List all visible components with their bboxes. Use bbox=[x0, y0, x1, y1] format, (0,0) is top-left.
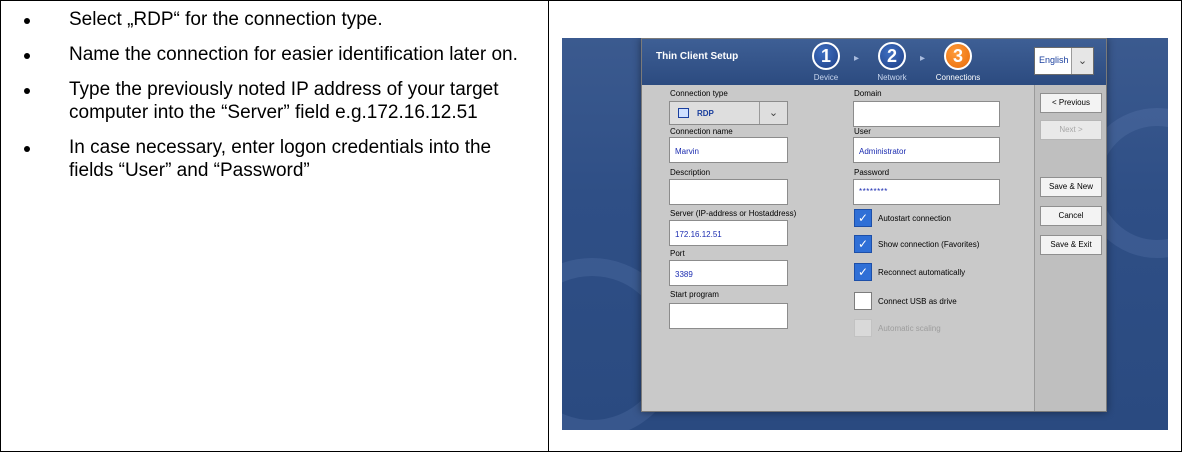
start-program-label: Start program bbox=[670, 290, 719, 299]
instruction-list: Select „RDP“ for the connection type. Na… bbox=[14, 8, 534, 194]
language-value: English bbox=[1039, 55, 1069, 65]
step-label: Network bbox=[877, 73, 907, 82]
connection-name-label: Connection name bbox=[670, 127, 733, 136]
setup-dialog: Thin Client Setup 1 Device ▸ 2 Network ▸… bbox=[641, 38, 1107, 412]
instruction-item: Name the connection for easier identific… bbox=[14, 43, 534, 66]
action-panel: < Previous Next > Save & New Cancel Save… bbox=[1034, 85, 1106, 411]
check-icon[interactable]: ✓ bbox=[854, 209, 872, 227]
description-field[interactable] bbox=[669, 179, 788, 205]
step-label: Connections bbox=[935, 73, 981, 82]
start-program-field[interactable] bbox=[669, 303, 788, 329]
checkbox-box[interactable] bbox=[854, 292, 872, 310]
user-label: User bbox=[854, 127, 871, 136]
chevron-down-icon: ⌄ bbox=[1071, 48, 1093, 74]
checkbox-label: Autostart connection bbox=[878, 214, 951, 223]
domain-field[interactable] bbox=[853, 101, 1000, 127]
save-new-button[interactable]: Save & New bbox=[1040, 177, 1102, 197]
domain-label: Domain bbox=[854, 89, 882, 98]
instruction-text: Select „RDP“ for the connection type. bbox=[69, 9, 383, 30]
checkbox-label: Show connection (Favorites) bbox=[878, 240, 980, 249]
instruction-text: Name the connection for easier identific… bbox=[69, 44, 518, 65]
bullet-icon bbox=[24, 53, 30, 59]
instruction-item: Select „RDP“ for the connection type. bbox=[14, 8, 534, 31]
connection-name-field[interactable]: Marvin bbox=[669, 137, 788, 163]
connection-type-label: Connection type bbox=[670, 89, 728, 98]
server-field[interactable]: 172.16.12.51 bbox=[669, 220, 788, 246]
check-icon[interactable]: ✓ bbox=[854, 235, 872, 253]
rdp-icon bbox=[678, 108, 689, 118]
check-icon[interactable]: ✓ bbox=[854, 263, 872, 281]
step-network[interactable]: 2 Network bbox=[864, 42, 920, 82]
chevron-down-icon: ⌄ bbox=[759, 102, 787, 124]
save-exit-button[interactable]: Save & Exit bbox=[1040, 235, 1102, 255]
description-label: Description bbox=[670, 168, 711, 177]
password-label: Password bbox=[854, 168, 890, 177]
password-field[interactable]: ******** bbox=[853, 179, 1000, 205]
checkbox-label: Reconnect automatically bbox=[878, 268, 966, 277]
port-field[interactable]: 3389 bbox=[669, 260, 788, 286]
step-number: 2 bbox=[878, 42, 906, 70]
bullet-icon bbox=[24, 146, 30, 152]
checkbox-label: Connect USB as drive bbox=[878, 297, 957, 306]
previous-button[interactable]: < Previous bbox=[1040, 93, 1102, 113]
app-title: Thin Client Setup bbox=[656, 51, 739, 62]
connection-type-value: RDP bbox=[697, 109, 714, 118]
instruction-item: Type the previously noted IP address of … bbox=[14, 78, 534, 124]
setup-screenshot: Thin Client Setup 1 Device ▸ 2 Network ▸… bbox=[562, 38, 1168, 430]
instruction-item: In case necessary, enter logon credentia… bbox=[14, 136, 534, 182]
checkbox-label: Automatic scaling bbox=[878, 324, 941, 333]
instruction-text: Type the previously noted IP address of … bbox=[69, 79, 499, 123]
dialog-header: Thin Client Setup 1 Device ▸ 2 Network ▸… bbox=[642, 39, 1106, 85]
bullet-icon bbox=[24, 18, 30, 24]
connection-type-select[interactable]: RDP ⌄ bbox=[669, 101, 788, 125]
port-label: Port bbox=[670, 249, 685, 258]
next-button: Next > bbox=[1040, 120, 1102, 140]
table-column-divider bbox=[548, 0, 549, 452]
step-label: Device bbox=[813, 73, 839, 82]
step-device[interactable]: 1 Device bbox=[798, 42, 854, 82]
checkbox-box bbox=[854, 319, 872, 337]
server-label: Server (IP-address or Hostaddress) bbox=[670, 209, 797, 218]
step-number: 3 bbox=[944, 42, 972, 70]
chevron-right-icon: ▸ bbox=[854, 53, 860, 64]
cancel-button[interactable]: Cancel bbox=[1040, 206, 1102, 226]
user-field[interactable]: Administrator bbox=[853, 137, 1000, 163]
instruction-text: In case necessary, enter logon credentia… bbox=[69, 137, 492, 181]
language-select[interactable]: English ⌄ bbox=[1034, 47, 1094, 75]
bullet-icon bbox=[24, 88, 30, 94]
step-number: 1 bbox=[812, 42, 840, 70]
step-connections[interactable]: 3 Connections bbox=[924, 42, 992, 82]
